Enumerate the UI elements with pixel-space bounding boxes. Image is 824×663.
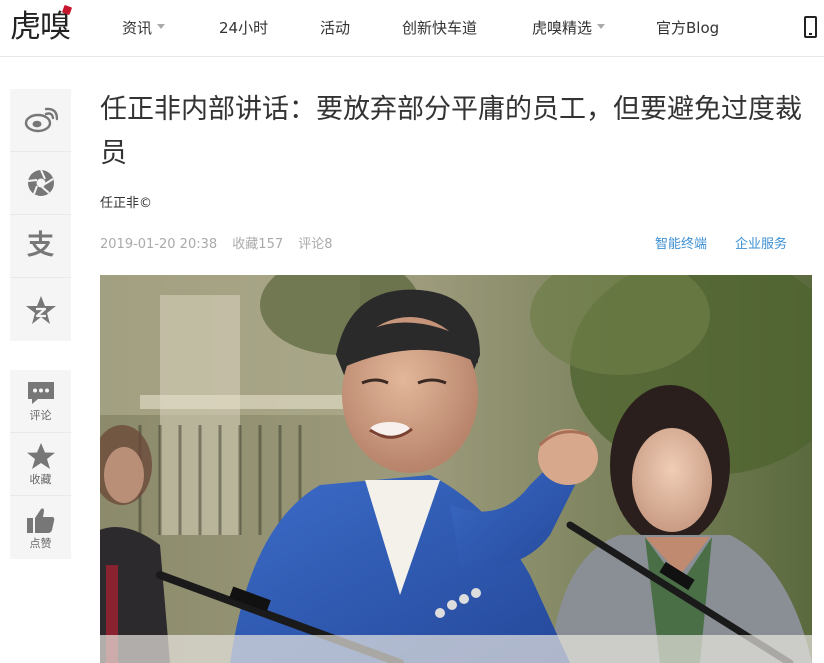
nav-item-events[interactable]: 活动: [320, 18, 350, 38]
nav-label: 24小时: [219, 19, 269, 37]
nav-label: 虎嗅精选: [532, 19, 593, 37]
nav-item-news[interactable]: 资讯: [122, 18, 166, 38]
nav-label: 创新快车道: [402, 19, 478, 37]
like-button[interactable]: 点赞: [10, 496, 71, 559]
site-logo[interactable]: 虎嗅: [10, 3, 74, 53]
comment-button[interactable]: 评论: [10, 370, 71, 433]
tag-smart-terminal[interactable]: 智能终端: [655, 236, 707, 254]
top-navigation-bar: 虎嗅 资讯 24小时 活动 创新快车道 虎嗅精选 官方Blog: [0, 0, 824, 57]
comment-icon: [27, 382, 54, 404]
article-action-toolbar: 评论 收藏 点赞: [10, 370, 71, 559]
chevron-down-icon: [157, 24, 166, 29]
article-title: 任正非内部讲话：要放弃部分平庸的员工，但要避免过度裁员: [100, 94, 802, 169]
weibo-icon: [24, 107, 58, 133]
logo-text: 虎嗅: [10, 9, 71, 45]
tag-enterprise-service[interactable]: 企业服务: [735, 236, 787, 254]
share-toolbar: 支: [10, 89, 71, 341]
nav-item-blog[interactable]: 官方Blog: [656, 18, 719, 38]
nav-item-innovation[interactable]: 创新快车道: [402, 18, 477, 38]
moments-icon: [27, 169, 54, 196]
mobile-phone-icon[interactable]: [804, 16, 817, 38]
favorite-button[interactable]: 收藏: [10, 433, 71, 496]
article-meta: 2019-01-20 20:38 收藏157 评论8: [100, 236, 344, 254]
nav-label: 官方Blog: [656, 19, 720, 37]
favorite-count: 收藏157: [232, 237, 284, 252]
nav-label: 资讯: [122, 19, 153, 37]
publish-date: 2019-01-20 20:38: [100, 237, 218, 252]
article-hero-photo: [100, 275, 812, 663]
qzone-icon: [25, 295, 56, 324]
share-moments-button[interactable]: [10, 152, 71, 215]
star-icon: [26, 443, 55, 469]
chevron-down-icon: [597, 24, 606, 29]
comment-count: 评论8: [298, 237, 333, 252]
favorite-label: 收藏: [29, 473, 52, 486]
like-label: 点赞: [29, 536, 52, 550]
comment-label: 评论: [29, 409, 52, 422]
article-author[interactable]: 任正非©: [100, 195, 152, 213]
nav-item-24h[interactable]: 24小时: [219, 18, 268, 38]
zhihu-icon: 支: [27, 230, 54, 261]
share-zhihu-button[interactable]: 支: [10, 215, 71, 278]
thumbs-up-icon: [26, 507, 54, 533]
nav-label: 活动: [320, 19, 351, 37]
share-qzone-button[interactable]: [10, 278, 71, 341]
share-weibo-button[interactable]: [10, 89, 71, 152]
nav-item-featured[interactable]: 虎嗅精选: [532, 18, 606, 38]
